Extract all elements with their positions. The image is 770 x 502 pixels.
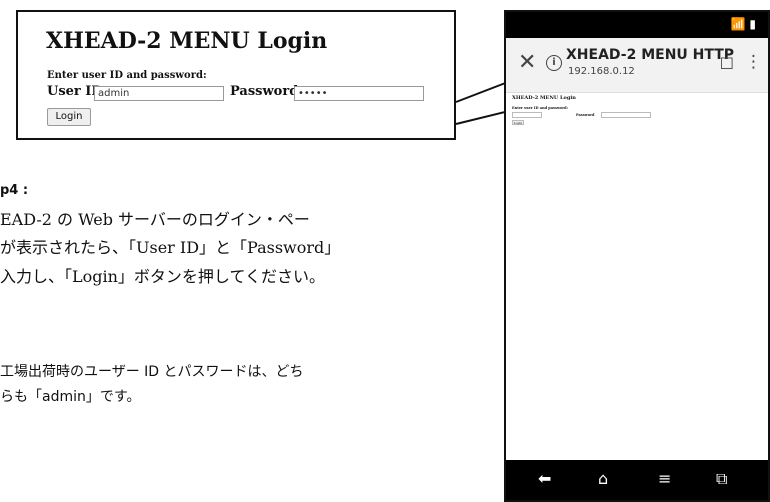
step-line: EAD-2 の Web サーバーのログイン・ペー: [0, 210, 310, 229]
back-icon[interactable]: ⬅: [538, 469, 551, 488]
browser-page-title: XHEAD-2 MENU HTTP: [566, 47, 735, 63]
note-line: らも「admin」です。: [0, 389, 141, 405]
mini-user-id-input[interactable]: [512, 112, 542, 118]
tabs-icon[interactable]: ⧉: [716, 469, 727, 489]
note-line: 工場出荷時のユーザー ID とパスワードは、どち: [0, 364, 304, 380]
mini-login-button[interactable]: Login: [512, 120, 524, 125]
browser-toolbar: ✕ i XHEAD-2 MENU HTTP 192.168.0.12 ☐ ⋮: [506, 38, 768, 93]
phone-screen: 📶 ▮ ✕ i XHEAD-2 MENU HTTP 192.168.0.12 ☐…: [504, 10, 770, 502]
android-nav-bar: ⬅ ⌂ ≡ ⧉: [506, 460, 768, 500]
menu-icon[interactable]: ≡: [658, 469, 671, 488]
home-icon[interactable]: ⌂: [598, 469, 608, 488]
mini-password-input[interactable]: [601, 112, 651, 118]
step-line: 入力し、「Login」ボタンを押してください。: [0, 267, 325, 286]
mini-password-label: Password: [576, 113, 595, 117]
close-icon[interactable]: ✕: [518, 50, 536, 75]
more-icon[interactable]: ⋮: [745, 52, 762, 72]
step-line: が表示されたら、「User ID」と「Password」: [0, 238, 341, 257]
step-title: p4 :: [0, 183, 29, 198]
mini-login-title: XHEAD-2 MENU Login: [512, 95, 576, 101]
mini-login-instruction: Enter user ID and password:: [512, 106, 568, 110]
signal-battery-icon: 📶 ▮: [730, 17, 756, 31]
browser-url[interactable]: 192.168.0.12: [568, 66, 635, 77]
status-bar: 📶 ▮: [506, 12, 768, 38]
bookmark-icon[interactable]: ☐: [720, 54, 734, 73]
info-icon[interactable]: i: [546, 55, 562, 71]
